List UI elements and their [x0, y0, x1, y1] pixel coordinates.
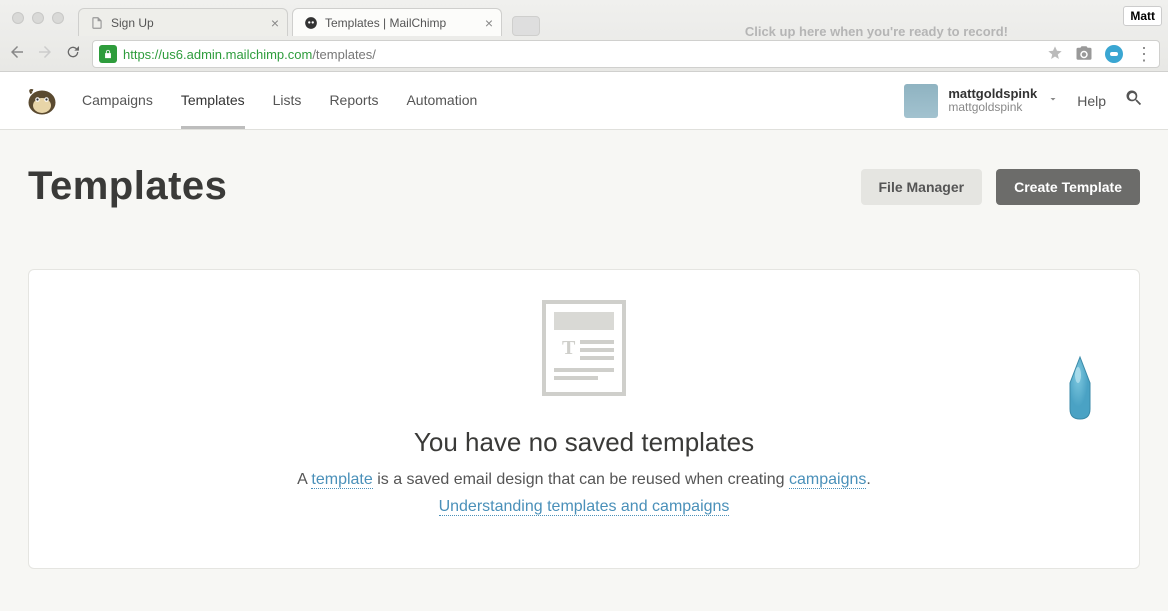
browser-menu-icon[interactable]: ⋮	[1135, 44, 1153, 65]
close-tab-icon[interactable]: ×	[485, 15, 493, 31]
extension-icon[interactable]	[1105, 45, 1123, 63]
mailchimp-favicon-icon	[303, 15, 319, 31]
campaigns-link[interactable]: campaigns	[789, 471, 866, 489]
cursor-pointer-icon	[1064, 355, 1096, 430]
browser-tabs: Sign Up × Templates | MailChimp ×	[78, 6, 540, 36]
empty-description: A template is a saved email design that …	[49, 466, 1119, 520]
minimize-window-icon[interactable]	[32, 12, 44, 24]
understanding-link[interactable]: Understanding templates and campaigns	[439, 498, 730, 516]
svg-text:T: T	[562, 337, 576, 359]
lock-icon	[99, 45, 117, 63]
url-path: /templates/	[312, 47, 376, 62]
back-icon[interactable]	[8, 43, 26, 66]
nav-templates[interactable]: Templates	[181, 72, 245, 129]
account-name: mattgoldspink	[948, 87, 1037, 101]
url-scheme: https://	[123, 47, 162, 62]
camera-icon[interactable]	[1075, 44, 1093, 65]
url-host: us6.admin.mailchimp.com	[162, 47, 312, 62]
close-tab-icon[interactable]: ×	[271, 15, 279, 31]
bookmark-star-icon[interactable]	[1047, 45, 1063, 64]
empty-text: A	[297, 471, 311, 488]
empty-text: is a saved email design that can be reus…	[373, 471, 789, 488]
tab-signup[interactable]: Sign Up ×	[78, 8, 288, 36]
close-window-icon[interactable]	[12, 12, 24, 24]
account-menu[interactable]: mattgoldspink mattgoldspink	[904, 84, 1059, 118]
toolbar: https://us6.admin.mailchimp.com/template…	[0, 36, 1168, 72]
account-subtext: mattgoldspink	[948, 101, 1037, 114]
nav-automation[interactable]: Automation	[406, 72, 477, 129]
help-link[interactable]: Help	[1077, 93, 1106, 109]
search-icon[interactable]	[1124, 88, 1144, 113]
chevron-down-icon	[1047, 92, 1059, 110]
mailchimp-logo-icon[interactable]	[24, 83, 60, 119]
page-favicon-icon	[89, 15, 105, 31]
forward-icon	[36, 43, 54, 66]
nav-reports[interactable]: Reports	[329, 72, 378, 129]
avatar	[904, 84, 938, 118]
window-controls	[12, 12, 64, 24]
maximize-window-icon[interactable]	[52, 12, 64, 24]
empty-text: .	[866, 471, 870, 488]
main-nav: Campaigns Templates Lists Reports Automa…	[82, 72, 477, 129]
template-link[interactable]: template	[311, 471, 372, 489]
tab-templates[interactable]: Templates | MailChimp ×	[292, 8, 502, 36]
reload-icon[interactable]	[64, 44, 82, 65]
template-document-icon: T	[542, 300, 626, 401]
file-manager-button[interactable]: File Manager	[861, 169, 983, 205]
browser-chrome: Click up here when you're ready to recor…	[0, 0, 1168, 72]
nav-campaigns[interactable]: Campaigns	[82, 72, 153, 129]
address-bar[interactable]: https://us6.admin.mailchimp.com/template…	[92, 40, 1160, 68]
page-title: Templates	[28, 164, 227, 209]
app-header: Campaigns Templates Lists Reports Automa…	[0, 72, 1168, 130]
main-content: Templates File Manager Create Template T	[0, 130, 1168, 569]
nav-lists[interactable]: Lists	[273, 72, 302, 129]
create-template-button[interactable]: Create Template	[996, 169, 1140, 205]
tab-label: Sign Up	[111, 16, 154, 30]
empty-heading: You have no saved templates	[49, 427, 1119, 458]
tab-label: Templates | MailChimp	[325, 16, 446, 30]
empty-state-card: T You have no saved templates A template…	[28, 269, 1140, 569]
new-tab-button[interactable]	[512, 16, 540, 36]
chrome-profile-badge[interactable]: Matt	[1123, 6, 1162, 26]
